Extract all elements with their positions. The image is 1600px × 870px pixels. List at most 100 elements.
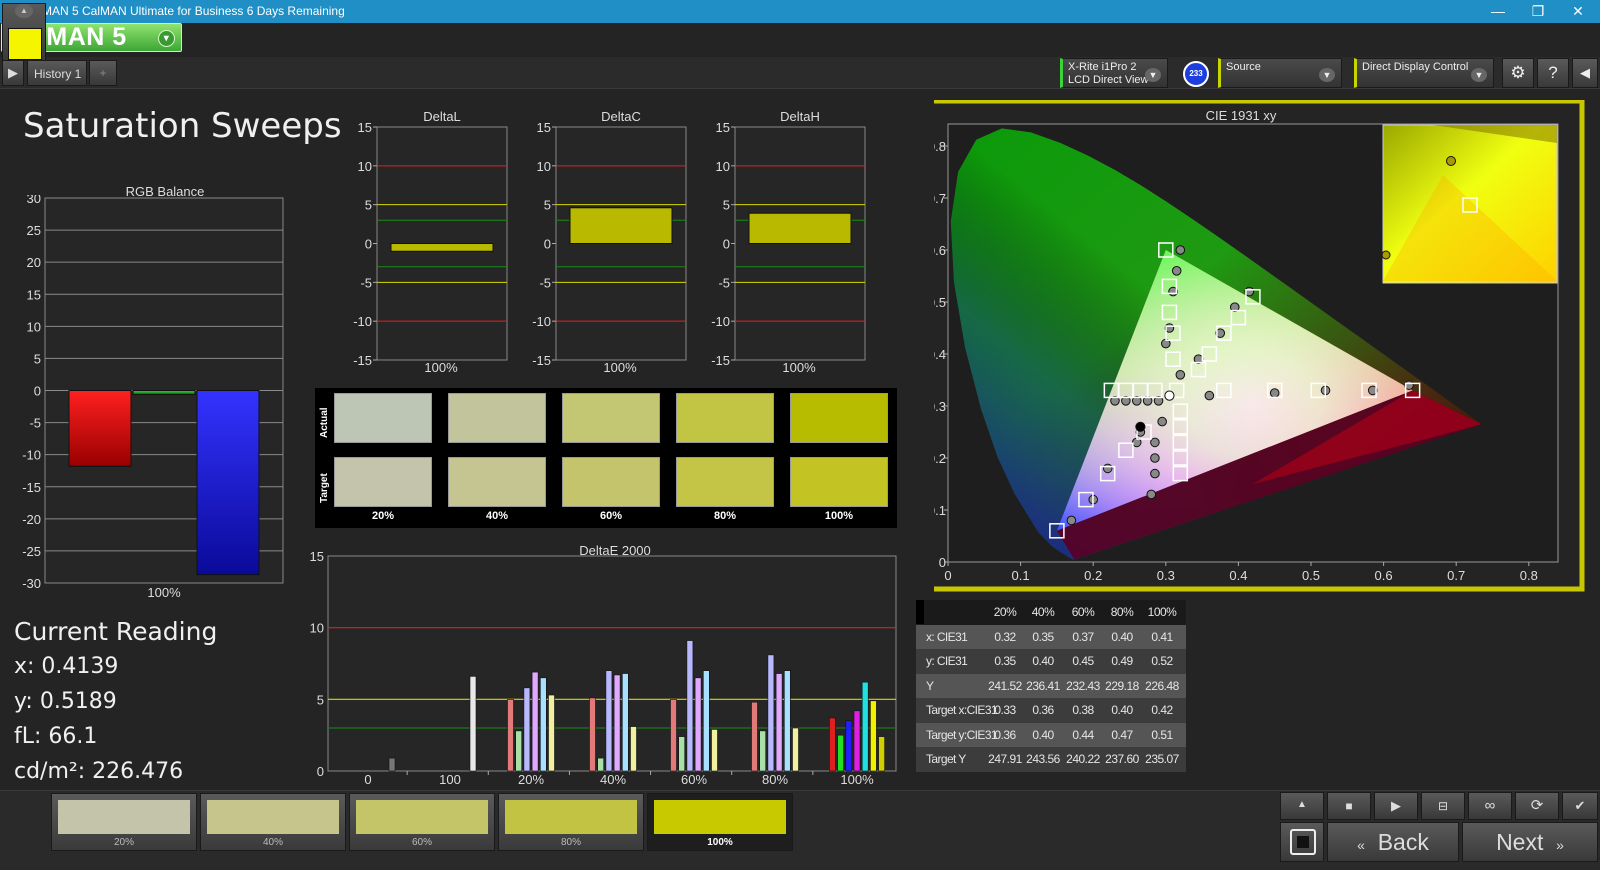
y-tick-label: 5	[544, 198, 551, 213]
deltae-bar	[540, 677, 547, 772]
meter-selector[interactable]: X-Rite i1Pro 2 LCD Direct View ▼	[1060, 58, 1168, 88]
deltae-bar	[870, 700, 877, 772]
patch-button[interactable]: 60%	[349, 793, 495, 851]
table-cell: 0.44	[1072, 727, 1094, 742]
next-button[interactable]: Next »	[1462, 822, 1598, 862]
deltae-bar	[792, 727, 799, 772]
deltae-bar	[775, 673, 783, 772]
current-color-panel[interactable]: ▲	[2, 3, 46, 61]
stop-button[interactable]: ■	[1327, 792, 1371, 820]
deltae-bar	[759, 730, 767, 772]
table-header-cell: 80%	[1110, 605, 1134, 619]
table-cell: 0.36	[994, 727, 1016, 742]
table-cell: 0.42	[1151, 703, 1173, 717]
table-cell: 232.43	[1066, 678, 1100, 693]
chevron-down-icon: ▼	[1319, 68, 1335, 82]
deltae-bar	[845, 720, 853, 772]
play-icon[interactable]: ▶	[2, 60, 24, 86]
add-tab-button[interactable]: +	[89, 60, 117, 86]
table-cell: 0.41	[1151, 629, 1173, 644]
y-tick-label: 0.1	[934, 503, 946, 518]
x-tick-label: 0.1	[1012, 568, 1030, 583]
actual-row-label: Actual	[319, 407, 330, 438]
gear-icon: ⚙	[1510, 63, 1526, 82]
table-row: y: CIE31 0.35 0.40 0.45 0.49 0.52	[916, 649, 1186, 674]
close-button[interactable]: ✕	[1558, 0, 1598, 23]
infinity-icon: ∞	[1484, 797, 1496, 814]
deltae-bar	[605, 670, 613, 772]
table-cell: 0.40	[1032, 727, 1054, 742]
measure-button[interactable]: ⊟	[1421, 792, 1465, 820]
table-row: Target y:CIE31 0.36 0.40 0.44 0.47 0.51	[916, 722, 1186, 747]
source-selector[interactable]: Source ▼	[1218, 58, 1342, 88]
patch-button[interactable]: 100%	[647, 793, 793, 851]
table-cell: 226.48	[1145, 678, 1179, 693]
x-tick-label: 20%	[518, 772, 544, 787]
x-tick-label: 100%	[782, 360, 816, 375]
deltae-bar	[670, 699, 677, 772]
black-point	[1135, 421, 1146, 432]
y-tick-label: 0.7	[934, 191, 946, 206]
x-tick-label: 0.5	[1302, 568, 1320, 583]
collapse-button[interactable]: ◀	[1572, 58, 1598, 88]
restore-button[interactable]: ❐	[1518, 0, 1558, 23]
deltae-bar	[678, 736, 686, 772]
chevron-down-icon: ▼	[1471, 68, 1487, 82]
deltae-bar	[523, 687, 531, 772]
delta-charts: DeltaL 15 10 5 0 -5 -10 -15 100% DeltaC 15 10 5 0 -5 -1…	[353, 110, 866, 375]
patch-button[interactable]: 40%	[200, 793, 346, 851]
stop-all-button[interactable]	[1280, 822, 1324, 862]
accept-button[interactable]: ✔	[1562, 792, 1598, 820]
deltae-bar	[829, 717, 836, 772]
x-tick-label: 0.2	[1084, 568, 1102, 583]
rgb-balance-chart: 30 25 20 15 10 5 0 -5 -10 -15 -20 -25 -30 100%	[22, 195, 284, 600]
patch-button[interactable]: 80%	[498, 793, 644, 851]
display-selector[interactable]: Direct Display Control ▼	[1354, 58, 1494, 88]
chevron-down-icon: ▼	[1145, 68, 1161, 82]
actual-swatch	[562, 393, 660, 443]
y-tick-label: 5	[317, 692, 324, 707]
settings-button[interactable]: ⚙	[1502, 58, 1534, 88]
deltae-bar	[388, 757, 396, 772]
y-tick-label: 0.4	[934, 347, 946, 362]
table-cell: 236.41	[1026, 678, 1060, 693]
minimize-button[interactable]: —	[1478, 0, 1518, 23]
y-tick-label: -30	[22, 576, 41, 591]
y-tick-label: 0.3	[934, 399, 946, 414]
actual-point	[1175, 245, 1186, 255]
x-tick-label: 0	[944, 568, 951, 583]
y-tick-label: -10	[353, 314, 372, 329]
help-button[interactable]: ?	[1537, 58, 1569, 88]
table-cell: 237.60	[1105, 752, 1139, 766]
refresh-button[interactable]: ⟳	[1515, 792, 1559, 820]
actual-point	[1102, 463, 1113, 474]
y-tick-label: 0	[544, 237, 551, 252]
tab-history-1[interactable]: History 1	[27, 60, 87, 86]
play-button[interactable]: ▶	[1374, 792, 1418, 820]
table-row-label: x: CIE31	[926, 629, 968, 644]
table-header-cell: 40%	[1031, 605, 1055, 619]
y-tick-label: -15	[532, 353, 551, 368]
deltae-bar	[751, 701, 758, 772]
y-tick-label: -5	[360, 275, 372, 290]
table-cell: 0.38	[1072, 703, 1094, 717]
actual-point	[1157, 416, 1167, 427]
continuous-button[interactable]: ∞	[1468, 792, 1512, 820]
patch-color	[505, 800, 637, 834]
meter-status-badge[interactable]: 233	[1183, 61, 1209, 87]
inset-actual-point	[1446, 156, 1456, 166]
measure-icon: ⊟	[1437, 799, 1449, 813]
y-tick-label: -10	[711, 314, 730, 329]
y-tick-label: 0	[34, 384, 41, 399]
x-tick-label: 60%	[681, 772, 707, 787]
y-tick-label: 15	[358, 120, 372, 135]
cie-title: CIE 1931 xy	[1206, 108, 1277, 123]
back-button[interactable]: « Back	[1327, 822, 1459, 862]
actual-point	[1150, 468, 1160, 479]
chevron-up-icon[interactable]: ▲	[1280, 792, 1324, 820]
y-tick-label: -15	[22, 480, 41, 495]
y-tick-label: -10	[532, 314, 551, 329]
patch-button[interactable]: 20%	[51, 793, 197, 851]
table-cell: 0.49	[1111, 654, 1133, 668]
y-tick-label: 10	[310, 621, 324, 636]
